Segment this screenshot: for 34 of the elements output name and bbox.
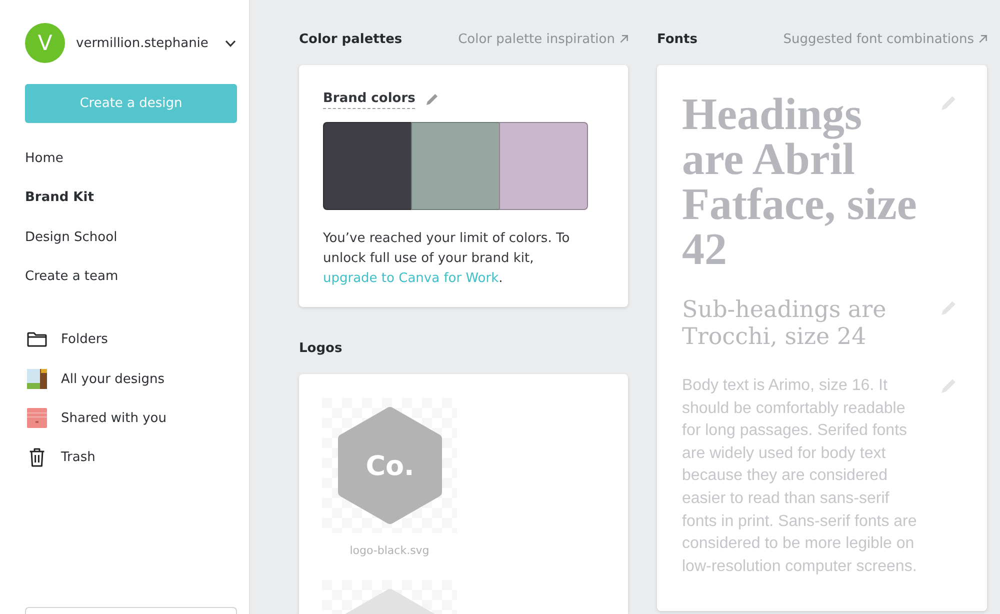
font-sample: Body text is Arimo, size 16. It should be comfortably readable for long passages. Serifed fonts are widely used for body text because they are considered easier to read than sans-serif fonts in print. Sans-serif fonts are considered to be more legible on low-resolution computer screens. <box>682 376 918 577</box>
color-swatch[interactable] <box>323 122 412 210</box>
trash-icon <box>29 448 45 468</box>
limit-notice: You’ve reached your limit of colors. To unlock full use of your brand kit, upgrade to Canva for Work. <box>323 230 571 288</box>
pencil-icon[interactable] <box>941 378 956 393</box>
section-title: Logos <box>299 340 342 356</box>
sidebar-link[interactable]: All your designs <box>25 359 165 399</box>
section-title: Fonts <box>657 32 698 46</box>
sidebar-link[interactable]: Brand Kit <box>25 178 94 218</box>
folder-icon <box>27 332 47 348</box>
font-sample: Sub-headings are Trocchi, size 24 <box>682 297 888 351</box>
pencil-icon[interactable] <box>941 300 956 315</box>
arrow-up-right-icon <box>979 35 987 43</box>
font-sample: Headings are Abril Fatface, size 42 <box>682 92 918 272</box>
palette-title[interactable]: Brand colors <box>323 90 416 108</box>
logo-filename: logo-black.svg <box>350 545 430 557</box>
color-swatch[interactable] <box>499 122 588 210</box>
sidebar-link[interactable]: Design School <box>25 218 118 257</box>
pencil-icon[interactable] <box>426 93 438 105</box>
user-name: vermillion.stephanie <box>76 36 208 50</box>
sidebar-link[interactable]: Trash <box>25 438 96 478</box>
drawer-icon <box>27 408 47 428</box>
sidebar-link[interactable]: Folders <box>25 320 108 360</box>
sidebar-link[interactable]: Create a team <box>25 256 118 296</box>
avatar: V <box>25 23 65 63</box>
sidebar-link[interactable]: Home <box>25 139 64 178</box>
picture-icon <box>27 369 47 390</box>
chevron-down-icon[interactable] <box>225 40 236 46</box>
logo-thumbnail[interactable] <box>322 580 457 614</box>
pencil-icon[interactable] <box>941 95 956 110</box>
color-swatch[interactable] <box>411 122 500 210</box>
arrow-up-right-icon <box>620 35 628 43</box>
sidebar-link[interactable]: Shared with you <box>25 398 166 438</box>
section-title: Color palettes <box>299 32 402 46</box>
